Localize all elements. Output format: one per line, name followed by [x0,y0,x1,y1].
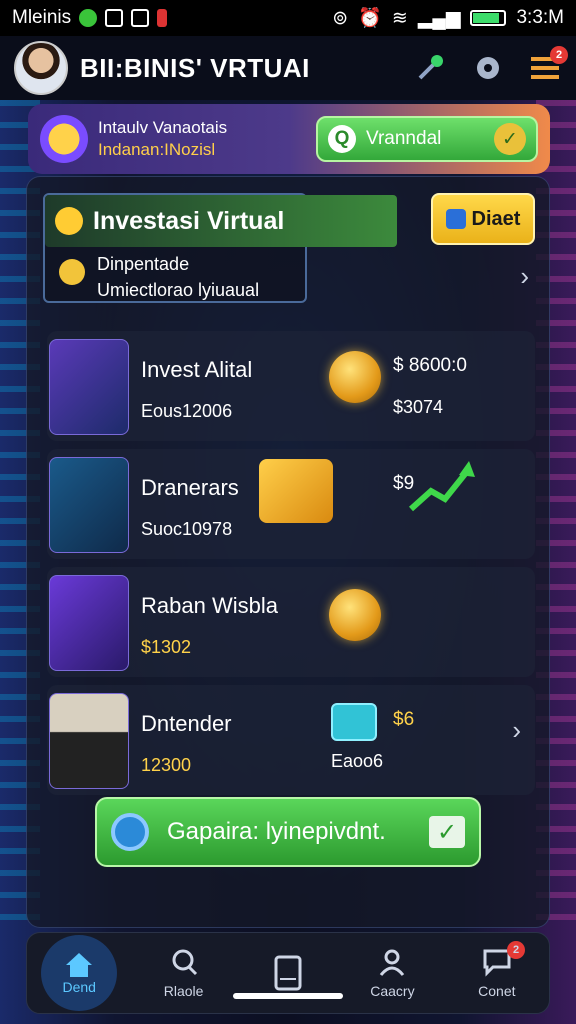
nav-search[interactable]: Rlaole [131,933,235,1013]
item-sub: 12300 [141,755,192,775]
promo-button[interactable]: Q Vranndal ✓ [316,116,538,162]
chat-badge: 2 [507,941,526,959]
home-indicator[interactable] [233,993,343,999]
bottom-navigation: Dend Rlaole Caacry 2 Conet [26,932,550,1014]
ticket-icon [445,209,466,229]
hero-title: Investasi Virtual [93,206,285,235]
nav-search-label: Rlaole [163,983,204,999]
list-item[interactable]: Invest Alital Eous12006 $ 8600:0 $3074 [47,331,535,441]
item-value: $6 [393,709,415,730]
primary-cta-button[interactable]: Gapaira: lyinepivdnt. ✓ [95,797,481,867]
calendar-icon [105,9,124,27]
item-name: Invest Alital [141,357,253,382]
app-title: BII:BINIS' VRTUAI [80,52,310,83]
promo-line-1: Intaulv Vanaotais [98,118,228,137]
person-thumbnail [49,693,129,789]
wifi-icon: ≋ [391,7,408,29]
sun-icon [55,207,83,235]
image-icon [131,9,150,27]
nav-home[interactable]: Dend [27,933,131,1013]
nav-home-label: Dend [62,979,96,995]
list-item[interactable]: Dranerars Suoc10978 $9 [47,449,535,559]
item-name: Dranerars [141,475,239,500]
coin-icon [329,589,381,641]
nav-profile-label: Caacry [370,983,415,999]
hero-panel[interactable]: Investasi Virtual Dinpentade Umiectlorao… [43,193,397,303]
item-sub: $1302 [141,637,192,657]
laptop-thumbnail [49,575,129,671]
nav-tablet[interactable] [236,933,340,1013]
check-icon: ✓ [494,123,526,155]
item-sub: Eous12006 [141,401,233,421]
promo-banner[interactable]: Intaulv Vanaotais Indanan:INozisl Q Vran… [28,104,550,174]
item-list: Invest Alital Eous12006 $ 8600:0 $3074 D… [47,331,535,803]
calculator-icon [331,703,377,741]
status-bar: Mleinis ⊚ ⏰ ≋ ▂▄▆ 3:3:M [0,0,576,36]
alarm-icon: ⏰ [358,8,382,29]
signal-icon: ▂▄▆ [417,7,461,29]
checkbox-icon: ✓ [429,816,465,848]
hero-line-2: Umiectlorao lyiuaual [97,280,260,300]
pin-icon [59,259,85,285]
tablet-icon [274,955,302,991]
gear-icon[interactable] [472,52,504,84]
gem-icon [40,115,88,163]
server-thumbnail [49,457,129,553]
menu-icon[interactable]: 2 [530,46,568,84]
coin-icon [329,351,381,403]
app-header: BII:BINIS' VRTUAI 2 [0,36,576,100]
search-icon: Q [328,125,356,153]
side-action-label: Diaet [471,207,521,230]
flag-icon [157,9,168,27]
treasure-box-icon [259,459,333,523]
home-icon [66,953,93,977]
notification-badge: 2 [550,46,568,64]
list-item[interactable]: Dntender 12300 $6 Eaoo6 › [47,685,535,795]
chevron-right-icon[interactable]: › [520,261,529,292]
hero-line-1: Dinpentade [97,254,190,274]
promo-line-2: Indanan:INozisl [98,140,216,159]
hero-banner: Investasi Virtual [45,195,397,247]
list-item[interactable]: Raban Wisbla $1302 [47,567,535,677]
item-name: Dntender [141,711,232,736]
promo-button-label: Vranndal [366,128,442,149]
key-icon[interactable] [414,52,446,84]
nav-chat-label: Conet [478,983,516,999]
clock: 3:3:M [516,7,564,28]
avatar[interactable] [14,41,68,95]
gear-icon [111,813,149,851]
nav-chat[interactable]: 2 Conet [445,933,549,1013]
item-sub: Suoc10978 [141,519,233,539]
nav-profile[interactable]: Caacry [340,933,444,1013]
side-action-button[interactable]: Diaet [431,193,535,245]
link-icon: ⊚ [332,7,349,29]
cta-label: Gapaira: lyinepivdnt. [167,818,386,845]
growth-chart-icon [408,461,475,512]
phone-thumbnail [49,339,129,435]
battery-icon [470,10,507,26]
main-card: Investasi Virtual Dinpentade Umiectlorao… [26,176,550,928]
chevron-right-icon[interactable]: › [512,715,521,746]
item-value-2: $3074 [393,397,444,417]
carrier-name: Mleinis [12,7,72,28]
search-icon [172,949,197,976]
item-value-2: Eaoo6 [331,751,384,771]
app-icon [79,9,98,27]
person-icon [380,949,405,976]
item-name: Raban Wisbla [141,593,278,618]
item-value: $ 8600:0 [393,355,467,376]
